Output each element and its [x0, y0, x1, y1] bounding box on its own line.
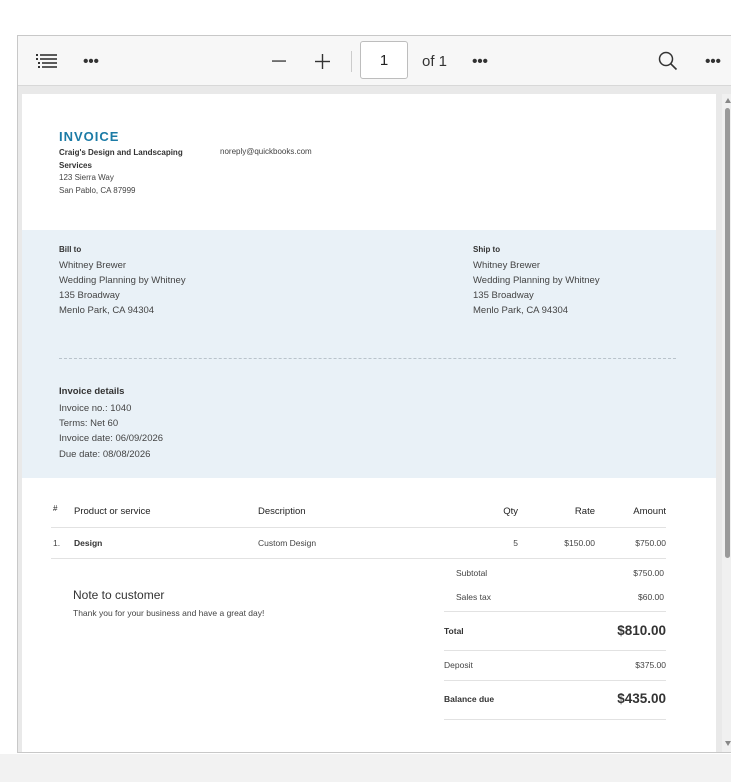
col-header-amount: Amount: [633, 506, 666, 517]
row-amount: $750.00: [635, 538, 666, 548]
total-divider: [444, 650, 666, 651]
col-header-description: Description: [258, 506, 306, 517]
deposit-divider: [444, 680, 666, 681]
total-label: Total: [444, 626, 464, 636]
note-title: Note to customer: [73, 588, 165, 602]
scroll-down-arrow-icon[interactable]: [725, 741, 731, 746]
row-product: Design: [74, 538, 103, 548]
invoice-title: INVOICE: [59, 129, 120, 144]
totals-divider: [444, 611, 666, 612]
search-button[interactable]: [654, 36, 682, 86]
header-divider: [51, 527, 666, 528]
bill-to-name: Whitney Brewer: [59, 260, 127, 271]
company-name: Craig's Design and Landscaping Services: [59, 148, 183, 170]
bill-to-label: Bill to: [59, 245, 82, 254]
sales-tax-value: $60.00: [638, 592, 664, 602]
zoom-in-button[interactable]: [309, 36, 335, 86]
row-rate: $150.00: [564, 538, 595, 548]
ship-to-name: Whitney Brewer: [473, 260, 541, 271]
deposit-label: Deposit: [444, 660, 473, 670]
more-options-left-button[interactable]: •••: [78, 36, 104, 86]
more-options-right-button[interactable]: •••: [700, 36, 726, 86]
more-icon: •••: [472, 52, 488, 70]
bottom-strip: [0, 754, 731, 782]
deposit-value: $375.00: [635, 660, 666, 670]
balance-divider: [444, 719, 666, 720]
more-options-center-button[interactable]: •••: [467, 36, 493, 86]
col-header-rate: Rate: [574, 506, 595, 517]
col-header-num: #: [53, 504, 58, 513]
bill-to-street: 135 Broadway: [59, 290, 120, 301]
company-city: San Pablo, CA 87999: [59, 186, 136, 195]
list-icon: [36, 54, 57, 68]
invoice-due-date: Due date: 08/08/2026: [59, 449, 151, 460]
col-header-qty: Qty: [503, 506, 518, 517]
row-divider: [51, 558, 666, 559]
row-qty: 5: [513, 538, 518, 548]
row-description: Custom Design: [258, 538, 317, 548]
pdf-viewer: ••• 1 of 1 ••• ••• INVOICE Craig's Desig…: [17, 35, 731, 753]
more-icon: •••: [705, 52, 721, 70]
invoice-terms: Terms: Net 60: [59, 418, 119, 429]
section-divider: [59, 358, 676, 359]
invoice-date: Invoice date: 06/09/2026: [59, 433, 164, 444]
subtotal-label: Subtotal: [456, 568, 488, 578]
ship-to-company: Wedding Planning by Whitney: [473, 275, 600, 286]
minus-icon: [272, 60, 286, 62]
row-number: 1.: [53, 538, 61, 548]
billing-section: Bill to Whitney Brewer Wedding Planning …: [22, 230, 716, 478]
search-icon: [658, 51, 678, 71]
invoice-page: INVOICE Craig's Design and Landscaping S…: [22, 94, 716, 752]
subtotal-value: $750.00: [633, 568, 664, 578]
vertical-scrollbar[interactable]: [722, 94, 731, 752]
scroll-up-arrow-icon[interactable]: [725, 98, 731, 103]
total-value: $810.00: [617, 623, 666, 638]
invoice-number: Invoice no.: 1040: [59, 403, 132, 414]
ship-to-street: 135 Broadway: [473, 290, 534, 301]
bill-to-company: Wedding Planning by Whitney: [59, 275, 186, 286]
invoice-details-title: Invoice details: [59, 386, 125, 397]
plus-icon: [314, 53, 330, 69]
page-number-input[interactable]: 1: [360, 41, 408, 79]
balance-due-value: $435.00: [617, 691, 666, 706]
scroll-thumb[interactable]: [725, 108, 730, 558]
toolbar-separator: [351, 51, 352, 72]
company-street: 123 Sierra Way: [59, 173, 114, 182]
ship-to-label: Ship to: [473, 245, 501, 254]
table-of-contents-button[interactable]: [32, 36, 62, 86]
zoom-out-button[interactable]: [266, 36, 292, 86]
col-header-product: Product or service: [74, 506, 151, 517]
ship-to-city: Menlo Park, CA 94304: [473, 305, 569, 316]
note-text: Thank you for your business and have a g…: [73, 608, 265, 618]
bill-to-city: Menlo Park, CA 94304: [59, 305, 155, 316]
viewer-toolbar: ••• 1 of 1 ••• •••: [18, 36, 731, 86]
sales-tax-label: Sales tax: [456, 592, 491, 602]
balance-due-label: Balance due: [444, 694, 495, 704]
company-email[interactable]: noreply@quickbooks.com: [220, 147, 312, 156]
more-icon: •••: [83, 52, 99, 70]
page-count-label: of 1: [422, 52, 448, 70]
